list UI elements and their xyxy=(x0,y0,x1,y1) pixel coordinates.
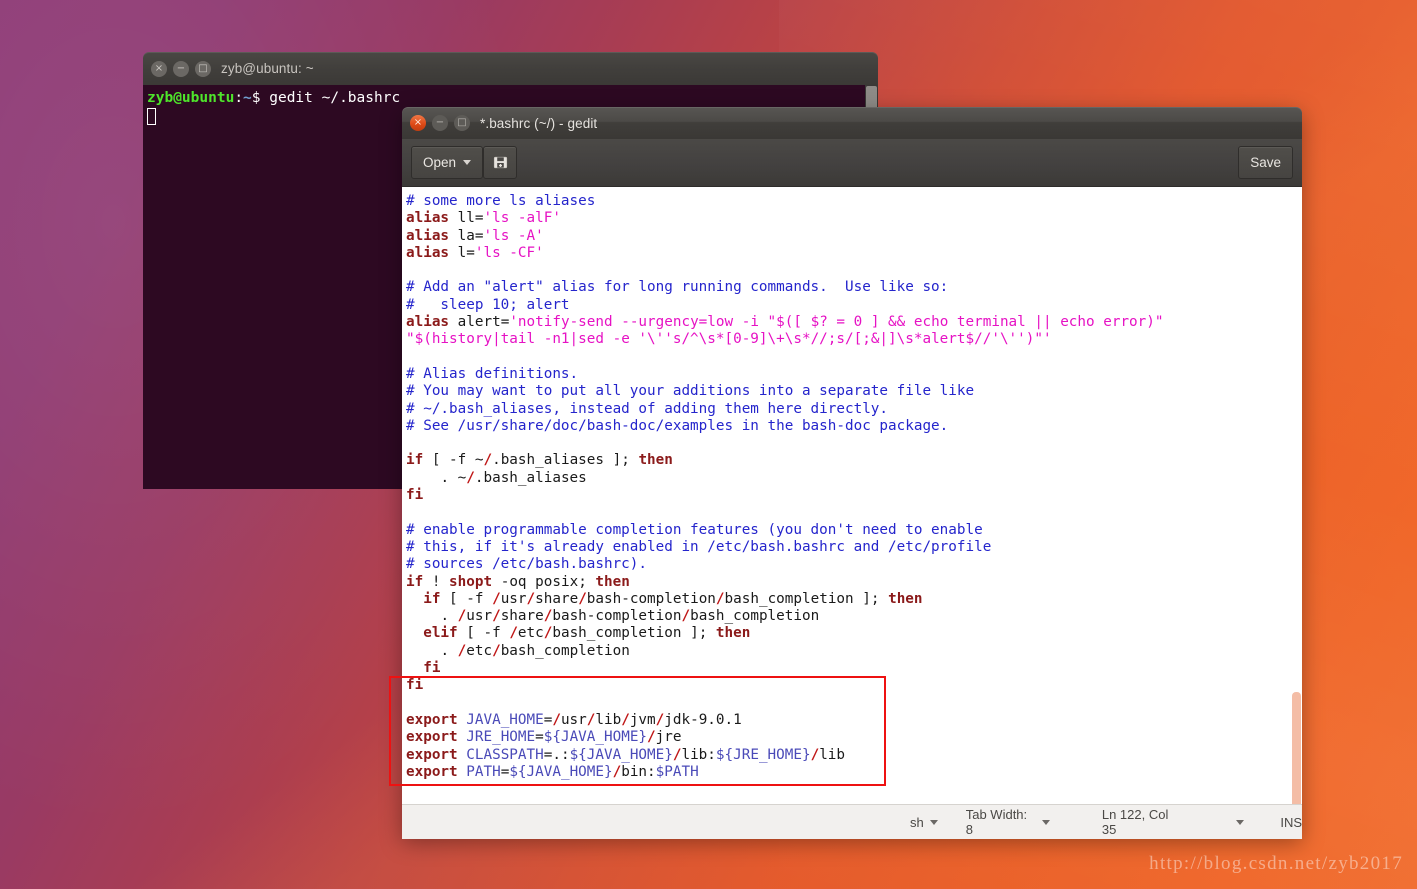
code-line: . ~/.bash_aliases xyxy=(440,469,587,486)
code-line: # sources /etc/bash.bashrc). xyxy=(406,556,648,573)
chevron-down-icon xyxy=(1041,819,1050,825)
code-line: . /etc/bash_completion xyxy=(440,642,630,659)
code-line: export CLASSPATH=.:${JAVA_HOME}/lib:${JR… xyxy=(406,746,846,763)
code-line: # some more ls aliases xyxy=(406,193,596,209)
code-line: alias la='ls -A' xyxy=(406,227,544,244)
gedit-window-controls[interactable]: × − □ xyxy=(410,115,470,131)
gedit-statusbar: sh Tab Width: 8 Ln 122, Col 35 INS xyxy=(402,804,1302,839)
gedit-maximize-icon[interactable]: □ xyxy=(454,115,470,131)
code-line: # enable programmable completion feature… xyxy=(406,521,983,538)
code-line: # Add an "alert" alias for long running … xyxy=(406,279,949,296)
code-line: . /usr/share/bash-completion/bash_comple… xyxy=(440,608,820,625)
gedit-titlebar[interactable]: × − □ *.bashrc (~/) - gedit xyxy=(402,107,1302,139)
code-line: if ! shopt -oq posix; then xyxy=(406,573,630,590)
insert-mode-label: INS xyxy=(1280,815,1302,830)
language-selector[interactable]: sh xyxy=(910,815,938,830)
tab-width-selector[interactable]: Tab Width: 8 xyxy=(966,807,1050,837)
save-as-icon xyxy=(493,156,507,169)
terminal-close-icon[interactable]: × xyxy=(151,60,167,77)
code-line: if [ -f /usr/share/bash-completion/bash_… xyxy=(423,590,923,607)
code-line: alias l='ls -CF' xyxy=(406,244,544,261)
gedit-close-icon[interactable]: × xyxy=(410,115,426,131)
gedit-document-text[interactable]: # some more ls aliases alias ll='ls -alF'… xyxy=(402,187,1302,781)
code-line: export JAVA_HOME=/usr/lib/jvm/jdk-9.0.1 xyxy=(406,711,742,728)
terminal-titlebar[interactable]: × − □ zyb@ubuntu: ~ xyxy=(143,52,878,85)
open-button-label: Open xyxy=(423,155,457,170)
code-line: # Alias definitions. xyxy=(406,365,579,382)
code-line: # sleep 10; alert xyxy=(406,296,570,313)
gedit-toolbar: Open Save xyxy=(402,139,1302,187)
terminal-minimize-icon[interactable]: − xyxy=(173,60,189,77)
chevron-down-icon xyxy=(463,160,472,165)
terminal-output: zyb@ubuntu:~$ gedit ~/.bashrc xyxy=(143,85,878,108)
blog-watermark: http://blog.csdn.net/zyb2017 xyxy=(1149,853,1403,874)
gedit-title: *.bashrc (~/) - gedit xyxy=(480,115,598,131)
terminal-prompt-path: ~ xyxy=(243,90,252,106)
open-button[interactable]: Open xyxy=(411,146,484,179)
code-line: export JRE_HOME=${JAVA_HOME}/jre xyxy=(406,729,682,746)
code-line: "$(history|tail -n1|sed -e '\''s/^\s*[0-… xyxy=(406,331,1052,348)
code-line: # ~/.bash_aliases, instead of adding the… xyxy=(406,400,889,417)
position-dropdown[interactable] xyxy=(1236,819,1245,825)
save-button[interactable]: Save xyxy=(1238,146,1293,179)
terminal-cursor xyxy=(147,108,156,125)
code-line: alias ll='ls -alF' xyxy=(406,210,561,227)
code-line: fi xyxy=(423,660,441,677)
code-line: # See /usr/share/doc/bash-doc/examples i… xyxy=(406,417,949,434)
code-line: export PATH=${JAVA_HOME}/bin:$PATH xyxy=(406,763,699,780)
terminal-title: zyb@ubuntu: ~ xyxy=(221,61,314,76)
save-as-button[interactable] xyxy=(483,146,518,179)
gedit-editor-view[interactable]: # some more ls aliases alias ll='ls -alF'… xyxy=(402,187,1302,804)
gedit-scrollbar-thumb[interactable] xyxy=(1292,692,1301,804)
code-line: alias alert='notify-send --urgency=low -… xyxy=(406,314,1164,331)
code-line: elif [ -f /etc/bash_completion ]; then xyxy=(423,625,751,642)
code-line: fi xyxy=(406,487,424,504)
code-line: fi xyxy=(406,677,424,694)
gedit-window[interactable]: × − □ *.bashrc (~/) - gedit Open Save # … xyxy=(402,107,1302,839)
tab-width-label: Tab Width: 8 xyxy=(965,807,1028,837)
cursor-position-label: Ln 122, Col 35 xyxy=(1101,807,1169,837)
chevron-down-icon xyxy=(1236,819,1245,825)
terminal-prompt-colon: : xyxy=(234,90,244,106)
gedit-scrollbar[interactable] xyxy=(1289,187,1302,804)
cursor-position: Ln 122, Col 35 xyxy=(1102,807,1184,837)
gedit-minimize-icon[interactable]: − xyxy=(432,115,448,131)
code-line: if [ -f ~/.bash_aliases ]; then xyxy=(406,452,673,469)
save-button-label: Save xyxy=(1250,155,1281,170)
code-line: # this, if it's already enabled in /etc/… xyxy=(406,538,992,555)
terminal-prompt-user: zyb@ubuntu xyxy=(147,90,235,106)
terminal-command-line: $ gedit ~/.bashrc xyxy=(251,90,401,106)
terminal-window-controls[interactable]: × − □ xyxy=(151,60,211,77)
insert-mode-text: INS xyxy=(1280,814,1302,830)
chevron-down-icon xyxy=(929,819,938,825)
language-label: sh xyxy=(910,814,924,830)
terminal-maximize-icon[interactable]: □ xyxy=(195,60,211,77)
code-line: # You may want to put all your additions… xyxy=(406,383,975,400)
